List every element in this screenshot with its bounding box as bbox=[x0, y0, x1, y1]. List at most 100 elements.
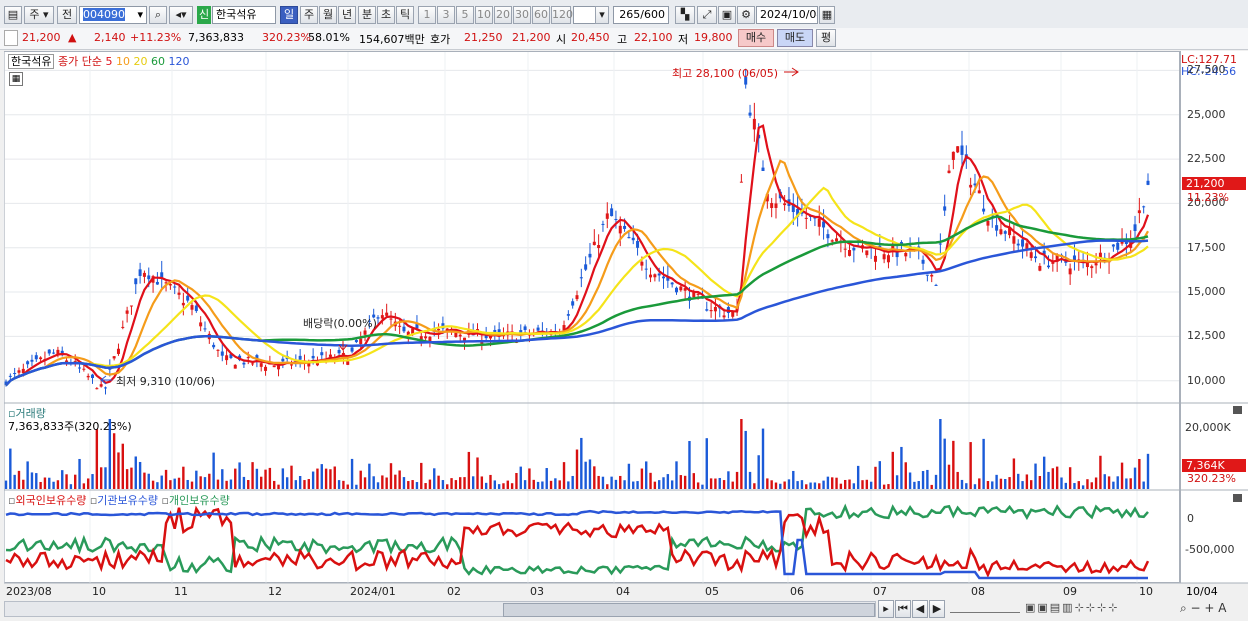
candle-body bbox=[873, 255, 877, 262]
volume-bar bbox=[666, 474, 670, 489]
volume-bar bbox=[493, 480, 497, 489]
volume-bar bbox=[1047, 471, 1050, 489]
ma20-legend[interactable]: 20 bbox=[133, 55, 147, 68]
candle-body bbox=[761, 167, 765, 171]
first-page-icon[interactable]: ⏮ bbox=[895, 600, 911, 618]
volume-bar bbox=[420, 462, 423, 489]
holding-y-tick-0: 0 bbox=[1187, 512, 1194, 525]
foreign-holding-legend[interactable]: 외국인보유수량 bbox=[15, 494, 86, 507]
volume-bar bbox=[545, 468, 548, 489]
volume-bar bbox=[809, 482, 812, 489]
table-view-icon[interactable]: ▦ bbox=[9, 72, 23, 86]
candle-body bbox=[657, 273, 661, 276]
ma5-legend[interactable]: 5 bbox=[105, 55, 112, 68]
volume-value: 7,363,833주(320.23%) bbox=[8, 420, 132, 433]
volume-bar bbox=[30, 472, 34, 489]
zoom-tools-icon[interactable]: ⌕ − + A bbox=[1180, 601, 1226, 616]
ma10-legend[interactable]: 10 bbox=[116, 55, 130, 68]
volume-bar bbox=[82, 483, 86, 489]
volume-bar bbox=[394, 474, 397, 489]
candle-body bbox=[752, 118, 756, 130]
volume-bar bbox=[39, 481, 42, 489]
candle-body bbox=[290, 364, 293, 366]
candle-body bbox=[977, 190, 981, 194]
volume-bar bbox=[943, 438, 946, 489]
price-legend-indicator[interactable]: 종가 단순 bbox=[58, 55, 102, 68]
volume-bar bbox=[740, 419, 743, 489]
chart-svg bbox=[3, 52, 1248, 584]
volume-bar bbox=[208, 473, 211, 489]
x-axis-label: 08 bbox=[971, 585, 985, 598]
volume-bar bbox=[441, 480, 445, 489]
volume-bar bbox=[588, 459, 592, 489]
candle-body bbox=[951, 151, 955, 160]
individual-holding-legend[interactable]: 개인보유수량 bbox=[169, 494, 230, 507]
candle-body bbox=[380, 315, 384, 319]
candle-body bbox=[186, 295, 190, 301]
volume-bar bbox=[95, 429, 99, 489]
volume-bar bbox=[121, 443, 124, 489]
price-y-tick: 17,500 bbox=[1187, 240, 1226, 254]
volume-bar bbox=[480, 476, 484, 489]
scroll-right-icon[interactable]: ▸ bbox=[878, 600, 894, 618]
candle-body bbox=[640, 261, 644, 266]
volume-bar bbox=[1107, 476, 1111, 489]
candle-body bbox=[168, 284, 172, 286]
scrollbar-thumb[interactable] bbox=[503, 603, 875, 617]
candle-body bbox=[627, 237, 631, 239]
volume-bar bbox=[484, 482, 488, 489]
zoom-slider[interactable] bbox=[950, 604, 1020, 613]
volume-bar bbox=[225, 480, 228, 489]
prev-page-icon[interactable]: ◀ bbox=[912, 600, 928, 618]
candle-body bbox=[203, 328, 207, 330]
volume-bar bbox=[619, 475, 622, 489]
volume-bar bbox=[800, 480, 804, 489]
candle-body bbox=[190, 305, 194, 310]
volume-bar bbox=[839, 483, 843, 489]
volume-bar bbox=[1120, 462, 1124, 489]
candle-body bbox=[852, 247, 856, 251]
candle-body bbox=[39, 357, 43, 360]
next-page-icon[interactable]: ▶ bbox=[929, 600, 945, 618]
candle-body bbox=[739, 181, 743, 183]
candle-body bbox=[995, 225, 999, 231]
volume-bar bbox=[939, 419, 942, 489]
volume-bar bbox=[112, 433, 116, 489]
candle-body bbox=[458, 334, 462, 337]
volume-bar bbox=[995, 474, 998, 489]
candle-body bbox=[129, 305, 133, 307]
candle-body bbox=[1016, 243, 1020, 246]
volume-panel-close-icon[interactable] bbox=[1233, 406, 1242, 414]
moving-average-lines bbox=[5, 124, 1150, 387]
ma120-legend[interactable]: 120 bbox=[168, 55, 189, 68]
volume-bar bbox=[13, 474, 16, 489]
candle-body bbox=[363, 330, 367, 335]
holding-panel-close-icon[interactable] bbox=[1233, 494, 1242, 502]
volume-bar bbox=[1064, 482, 1068, 489]
volume-bar bbox=[960, 479, 964, 489]
price-legend-name[interactable]: 한국석유 bbox=[8, 54, 55, 69]
candle-body bbox=[930, 274, 934, 277]
candle-body bbox=[354, 339, 358, 343]
volume-bar bbox=[952, 440, 955, 489]
volume-bar bbox=[307, 479, 311, 489]
candle-body bbox=[1146, 180, 1150, 185]
volume-bar bbox=[683, 475, 687, 489]
candle-body bbox=[830, 240, 834, 242]
candle-body bbox=[121, 326, 125, 328]
volume-bar bbox=[761, 428, 765, 489]
volume-bar bbox=[601, 476, 605, 489]
institution-holding-legend[interactable]: 기관보유수량 bbox=[97, 494, 158, 507]
volume-bar bbox=[497, 484, 501, 489]
volume-bar bbox=[558, 480, 561, 489]
horizontal-scrollbar[interactable] bbox=[4, 601, 876, 617]
ma60-legend[interactable]: 60 bbox=[151, 55, 165, 68]
volume-bar bbox=[1142, 481, 1145, 489]
price-y-tick: 12,500 bbox=[1187, 329, 1226, 343]
candle-body bbox=[173, 286, 177, 288]
volume-bar bbox=[195, 470, 198, 489]
candle-body bbox=[264, 366, 268, 371]
bottom-tool-icons[interactable]: ▣▣▤▥⊹⊹⊹⊹ bbox=[1025, 601, 1119, 614]
volume-bar bbox=[1081, 485, 1085, 489]
volume-bar bbox=[766, 478, 769, 489]
